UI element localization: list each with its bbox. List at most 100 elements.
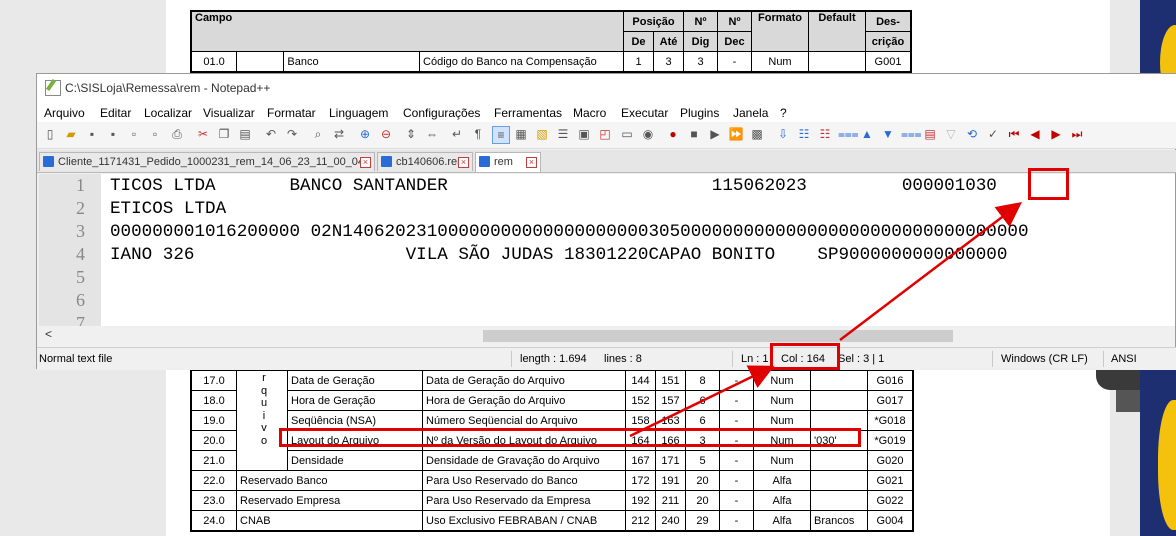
- show-all-chars-icon[interactable]: ¶: [470, 126, 486, 142]
- close-file-icon[interactable]: ▫: [126, 126, 142, 142]
- table-row: 23.0 Reservado Empresa Para Uso Reservado …: [190, 490, 914, 511]
- table-cell: [810, 390, 868, 411]
- close-tab-icon[interactable]: ×: [458, 157, 469, 168]
- filter-icon[interactable]: ▽: [943, 126, 959, 142]
- tab-cb140606[interactable]: cb140606.rem ×: [377, 152, 473, 171]
- zoom-in-icon[interactable]: ⊕: [357, 126, 373, 142]
- first-bookmark-icon[interactable]: ⏮: [1006, 126, 1022, 142]
- print-icon[interactable]: ⎙: [169, 126, 185, 142]
- sync-v-icon[interactable]: ⇕: [403, 126, 419, 142]
- check-icon[interactable]: ✓: [985, 126, 1001, 142]
- table-cell: 212: [625, 510, 656, 532]
- table-cell: Uso Exclusivo FEBRABAN / CNAB: [422, 510, 626, 532]
- col-descricao: Des-: [865, 10, 912, 32]
- monitoring-icon[interactable]: ◰: [597, 126, 613, 142]
- menu-plugins[interactable]: Plugins: [680, 106, 719, 120]
- doc-map-icon[interactable]: ▧: [534, 126, 550, 142]
- menu-ferramentas[interactable]: Ferramentas: [494, 106, 562, 120]
- prev-diff-icon[interactable]: ▲: [859, 126, 875, 142]
- side-arrow-icon[interactable]: [1116, 390, 1140, 412]
- title-bar[interactable]: C:\SISLoja\Remessa\rem - Notepad++: [37, 74, 1176, 102]
- table-cell: Num: [753, 390, 811, 411]
- word-wrap-icon[interactable]: ↵: [449, 126, 465, 142]
- status-length: length : 1.694: [520, 353, 587, 365]
- menu-executar[interactable]: Executar: [621, 106, 668, 120]
- save-icon[interactable]: ▪: [84, 126, 100, 142]
- open-file-icon[interactable]: ▰: [63, 126, 79, 142]
- col-posicao: Posição: [623, 10, 684, 32]
- menu-visualizar[interactable]: Visualizar: [203, 106, 255, 120]
- first-diff-icon[interactable]: ⩶: [838, 126, 859, 142]
- col-num-dec: Nº: [717, 10, 752, 32]
- col-ate: Até: [653, 31, 684, 52]
- find-icon[interactable]: ⌕: [310, 126, 326, 142]
- last-diff-icon[interactable]: ⩶: [901, 126, 922, 142]
- table-cell: G021: [867, 470, 914, 491]
- redo-icon[interactable]: ↷: [284, 126, 300, 142]
- highlight-col-164: [770, 343, 840, 370]
- code-line[interactable]: 000000001016200000 02N140620231000000000…: [110, 222, 1029, 242]
- cut-icon[interactable]: ✂: [195, 126, 211, 142]
- scrollbar-thumb[interactable]: [483, 330, 953, 342]
- menu-linguagem[interactable]: Linguagem: [329, 106, 388, 120]
- menu-formatar[interactable]: Formatar: [267, 106, 316, 120]
- new-file-icon[interactable]: ▯: [42, 126, 58, 142]
- function-list-icon[interactable]: ☰: [555, 126, 571, 142]
- line-number: 2: [76, 198, 85, 218]
- play-macro-icon[interactable]: ▶: [707, 126, 723, 142]
- status-lines: lines : 8: [604, 353, 642, 365]
- code-line[interactable]: TICOS LTDA BANCO SANTANDER 115062023 000…: [110, 176, 997, 196]
- folder-workspace-icon[interactable]: ▣: [576, 126, 592, 142]
- prev-bookmark-icon[interactable]: ◀: [1027, 126, 1043, 142]
- compare-icon[interactable]: ⇩: [775, 126, 791, 142]
- zoom-out-icon[interactable]: ⊖: [378, 126, 394, 142]
- status-bar: Normal text file length : 1.694 lines : …: [37, 347, 1176, 370]
- code-line[interactable]: ETICOS LTDA: [110, 199, 226, 219]
- sync-scroll-icon[interactable]: ⟲: [964, 126, 980, 142]
- status-sel: Sel : 3 | 1: [838, 353, 885, 365]
- stop-macro-icon[interactable]: ■: [686, 126, 702, 142]
- copy-icon[interactable]: ❐: [216, 126, 232, 142]
- menu-macro[interactable]: Macro: [573, 106, 606, 120]
- eye-icon[interactable]: ◉: [640, 126, 656, 142]
- notepadpp-window[interactable]: C:\SISLoja\Remessa\rem - Notepad++ Arqui…: [36, 73, 1176, 370]
- panel-icon[interactable]: ▭: [619, 126, 635, 142]
- next-bookmark-icon[interactable]: ▶: [1048, 126, 1064, 142]
- menu-editar[interactable]: Editar: [100, 106, 131, 120]
- menu-configuracoes[interactable]: Configurações: [403, 106, 480, 120]
- table-cell: Hora de Geração do Arquivo: [422, 390, 626, 411]
- replace-icon[interactable]: ⇄: [331, 126, 347, 142]
- close-tab-icon[interactable]: ×: [360, 157, 371, 168]
- highlight-code-030: [1028, 168, 1069, 200]
- menu-janela[interactable]: Janela: [733, 106, 768, 120]
- indent-guide-icon[interactable]: ≡: [492, 126, 510, 144]
- sync-h-icon[interactable]: ⇔: [424, 126, 440, 142]
- scroll-left-icon[interactable]: <: [45, 327, 52, 341]
- last-bookmark-icon[interactable]: ⏭: [1069, 126, 1085, 142]
- undo-icon[interactable]: ↶: [263, 126, 279, 142]
- diff-nav-icon[interactable]: ▤: [922, 126, 938, 142]
- code-line[interactable]: IANO 326 VILA SÃO JUDAS 18301220CAPAO BO…: [110, 245, 1007, 265]
- save-macro-icon[interactable]: ▩: [749, 126, 765, 142]
- table-cell: -: [719, 369, 754, 391]
- record-macro-icon[interactable]: ●: [665, 126, 681, 142]
- table-cell: Para Uso Reservado do Banco: [422, 470, 626, 491]
- next-diff-icon[interactable]: ▼: [880, 126, 896, 142]
- tab-rem[interactable]: rem ×: [475, 152, 541, 172]
- save-all-icon[interactable]: ▪: [105, 126, 121, 142]
- menu-help[interactable]: ?: [780, 106, 787, 120]
- close-tab-icon[interactable]: ×: [526, 157, 537, 168]
- udl-icon[interactable]: ▦: [513, 126, 529, 142]
- paste-icon[interactable]: ▤: [237, 126, 253, 142]
- run-macro-multiple-icon[interactable]: ⏩: [728, 126, 744, 142]
- compare-side-icon[interactable]: ☷: [796, 126, 812, 142]
- menu-arquivo[interactable]: Arquivo: [44, 106, 85, 120]
- menu-localizar[interactable]: Localizar: [144, 106, 192, 120]
- table-cell: 172: [625, 470, 656, 491]
- close-all-icon[interactable]: ▫: [147, 126, 163, 142]
- horizontal-scrollbar[interactable]: <: [39, 327, 1175, 344]
- line-number: 4: [76, 244, 85, 264]
- tab-cliente-pedido[interactable]: Cliente_1171431_Pedido_1000231_rem_14_06…: [39, 152, 375, 171]
- editor-area[interactable]: 1 2 3 4 5 6 7 TICOS LTDA BANCO SANTANDER…: [39, 174, 1175, 326]
- compare-diff-icon[interactable]: ☷: [817, 126, 833, 142]
